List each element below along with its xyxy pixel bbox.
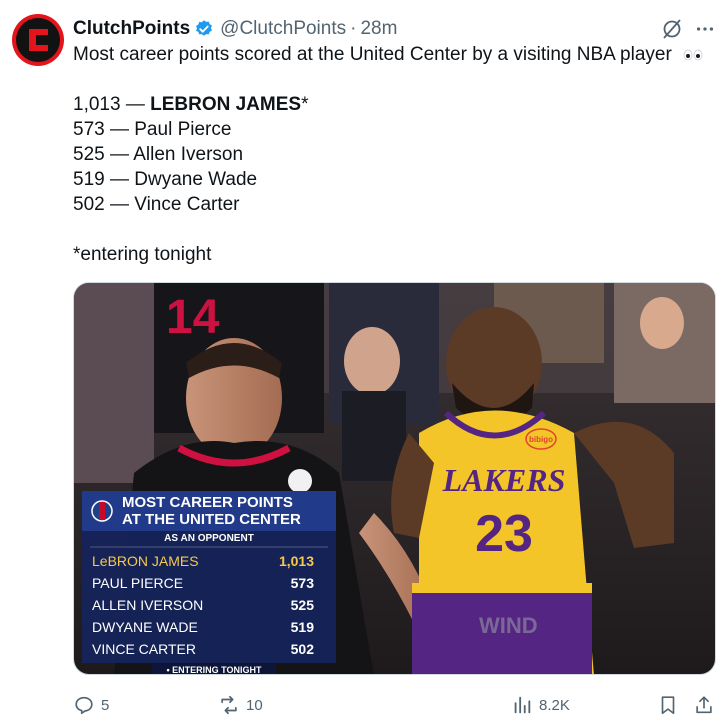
graphic-row-name: DWYANE WADE	[92, 619, 198, 635]
jersey-number-left: 14	[166, 291, 220, 344]
list-item: 525 — Allen Iverson	[73, 144, 244, 165]
reply-count: 5	[101, 696, 110, 714]
list-item: 573 — Paul Pierce	[73, 119, 232, 140]
tweet-actions: 5 10 8.2K	[73, 690, 718, 720]
graphic-row-points: 502	[291, 641, 315, 657]
verified-badge-icon	[196, 20, 213, 36]
bookmark-button[interactable]	[657, 690, 685, 720]
list-item: 1,013 — LEBRON JAMES*	[73, 92, 713, 117]
grok-icon[interactable]	[660, 17, 684, 41]
graphic-row-name: LeBRON JAMES	[92, 553, 199, 569]
timestamp[interactable]: 28m	[360, 18, 397, 40]
footnote: *entering tonight	[73, 244, 212, 265]
tweet-text: Most career points scored at the United …	[73, 42, 713, 267]
jersey-team-right: LAKERS	[442, 462, 566, 498]
stats-graphic: MOST CAREER POINTS AT THE UNITED CENTER …	[82, 491, 336, 675]
views-icon	[514, 696, 531, 714]
reply-icon	[75, 696, 93, 715]
asterisk: *	[301, 94, 309, 115]
tweet-header: ClutchPoints @ClutchPoints · 28m	[73, 16, 397, 42]
arena-signage: WIND	[479, 613, 538, 638]
repost-count: 10	[246, 696, 263, 714]
list-item-name: LEBRON JAMES	[150, 94, 302, 115]
jersey-number-right: 23	[475, 505, 533, 563]
graphic-subtitle: AS AN OPPONENT	[164, 533, 254, 544]
list-item: 519 — Dwyane Wade	[73, 169, 258, 190]
author-name[interactable]: ClutchPoints	[73, 18, 190, 40]
jersey-brand-patch: bibigo	[529, 435, 553, 444]
author-handle[interactable]: @ClutchPoints	[220, 18, 346, 40]
graphic-row-points: 573	[291, 575, 315, 591]
graphic-row-name: PAUL PIERCE	[92, 575, 183, 591]
graphic-title-line2: AT THE UNITED CENTER	[122, 511, 301, 528]
views-button[interactable]: 8.2K	[511, 690, 570, 720]
tweet-media-image[interactable]: 14 LAKERS 23 bibigo WIND MOST CAREER POI…	[73, 282, 716, 675]
more-icon[interactable]	[694, 18, 716, 40]
eyes-emoji	[683, 49, 703, 61]
repost-icon	[221, 695, 237, 715]
graphic-row-name: VINCE CARTER	[92, 641, 196, 657]
graphic-row-points: 1,013	[279, 553, 314, 569]
repost-button[interactable]: 10	[218, 690, 263, 720]
clutchpoints-logo	[29, 29, 48, 51]
list-item: 502 — Vince Carter	[73, 194, 240, 215]
graphic-footer: • ENTERING TONIGHT	[167, 665, 262, 675]
graphic-row-points: 525	[291, 597, 315, 613]
headline-text: Most career points scored at the United …	[73, 44, 672, 65]
list-item-points: 1,013 —	[73, 94, 151, 115]
author-avatar[interactable]	[12, 14, 64, 66]
separator-dot: ·	[350, 18, 357, 39]
graphic-row-points: 519	[291, 619, 315, 635]
tweet-headline: Most career points scored at the United …	[73, 42, 713, 67]
share-button[interactable]	[693, 690, 720, 720]
graphic-row-name: ALLEN IVERSON	[92, 597, 203, 613]
share-icon	[696, 696, 712, 714]
reply-button[interactable]: 5	[73, 690, 109, 720]
bookmark-icon	[661, 696, 675, 715]
graphic-title-line1: MOST CAREER POINTS	[122, 494, 293, 511]
views-count: 8.2K	[539, 696, 570, 714]
